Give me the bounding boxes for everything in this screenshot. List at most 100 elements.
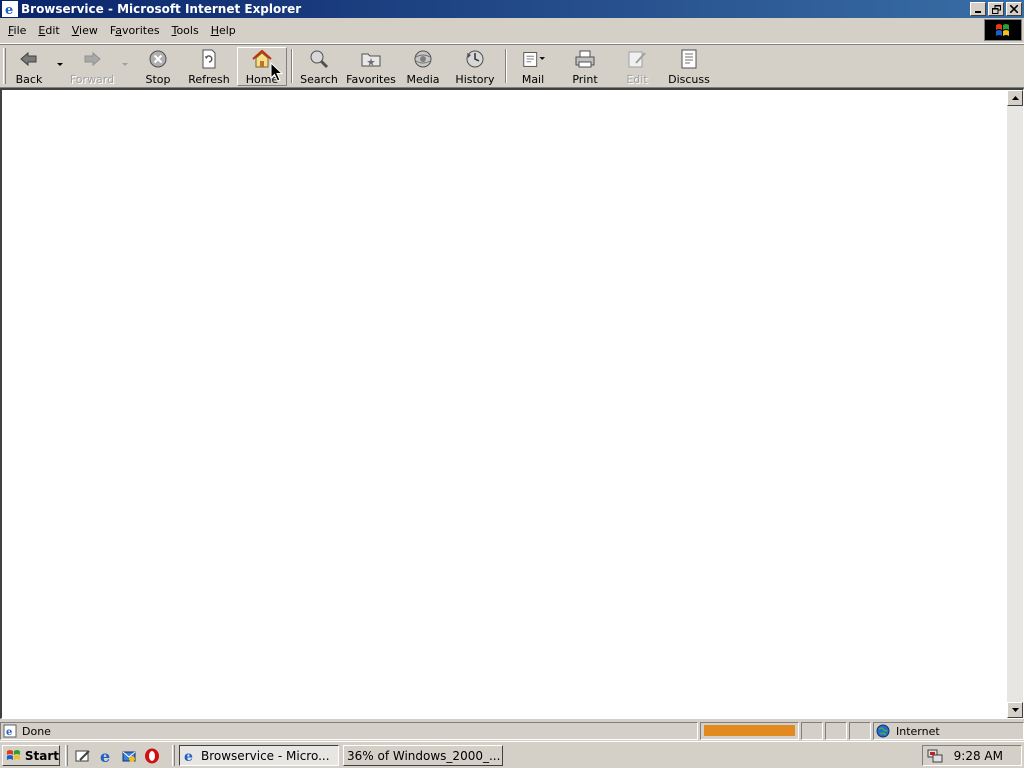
restore-icon [991, 4, 1001, 14]
menu-favorites[interactable]: Favorites [104, 22, 166, 40]
discuss-label: Discuss [668, 73, 710, 86]
task-browservice[interactable]: e Browservice - Micro... [179, 745, 339, 766]
scroll-down-button[interactable] [1007, 702, 1023, 718]
status-text-pane: e Done [0, 722, 698, 740]
media-globe-icon [411, 48, 435, 69]
menu-file[interactable]: File [2, 22, 32, 40]
window-title: Browservice - Microsoft Internet Explore… [21, 2, 302, 16]
edit-button[interactable]: Edit [616, 47, 658, 86]
system-tray: 9:28 AM [922, 745, 1022, 766]
forward-label: Forward [69, 73, 115, 86]
history-button[interactable]: History [450, 47, 500, 86]
favorites-button[interactable]: Favorites [344, 47, 398, 86]
forward-button[interactable]: Forward [68, 47, 116, 86]
ie-logo-icon: e [2, 1, 18, 18]
mouse-cursor-icon [270, 62, 283, 82]
search-globe-icon [307, 48, 331, 69]
search-button[interactable]: Search [298, 47, 340, 86]
quicklaunch-grip[interactable] [65, 745, 68, 766]
toolbar-separator [505, 49, 507, 83]
clock[interactable]: 9:28 AM [954, 749, 1003, 763]
toolbar-separator [291, 49, 293, 83]
print-label: Print [572, 73, 598, 86]
svg-text:e: e [6, 727, 12, 738]
menu-help[interactable]: Help [205, 22, 242, 40]
stop-icon [146, 48, 170, 69]
mail-icon [521, 48, 545, 69]
page-done-icon: e [3, 724, 17, 738]
task-label: Browservice - Micro... [201, 748, 330, 763]
back-label: Back [15, 73, 43, 86]
back-arrow-icon [17, 48, 41, 69]
start-button[interactable]: Start [2, 745, 60, 766]
windows-logo-icon [6, 749, 20, 760]
opera-launch-icon[interactable] [143, 747, 161, 765]
favorites-folder-icon [359, 48, 383, 69]
back-button[interactable]: Back [8, 47, 50, 86]
discuss-icon [677, 48, 701, 69]
refresh-icon [197, 48, 221, 69]
status-pane-empty [825, 722, 847, 740]
status-text: Done [22, 724, 51, 738]
media-label: Media [406, 73, 440, 86]
title-bar[interactable]: e Browservice - Microsoft Internet Explo… [0, 0, 1024, 18]
scroll-up-arrow-icon [1011, 96, 1019, 100]
discuss-button[interactable]: Discuss [666, 47, 712, 86]
status-pane-empty [801, 722, 823, 740]
minimize-icon [975, 11, 981, 13]
mail-label: Mail [521, 73, 545, 86]
media-button[interactable]: Media [402, 47, 444, 86]
svg-text:e: e [5, 3, 13, 17]
outlook-express-launch-icon[interactable] [120, 747, 138, 765]
status-pane-empty [849, 722, 871, 740]
menu-tools[interactable]: Tools [166, 22, 205, 40]
printer-icon [573, 48, 597, 69]
refresh-button[interactable]: Refresh [186, 47, 232, 86]
standard-toolbar: Back Forward Stop Refresh Home Search Fa… [0, 44, 1024, 88]
progress-bar-fill [704, 725, 795, 736]
history-clock-icon [463, 48, 487, 69]
windows-flag-icon [996, 24, 1009, 36]
taskbar: Start e e Browservice - Micro... 36% of … [0, 741, 1024, 768]
menu-view[interactable]: View [66, 22, 104, 40]
internet-explorer-launch-icon[interactable]: e [97, 747, 115, 765]
task-download[interactable]: 36% of Windows_2000_... [343, 745, 503, 766]
back-dropdown-arrow-icon[interactable] [57, 63, 63, 67]
menu-bar: File Edit View Favorites Tools Help [0, 18, 1024, 44]
ie-task-icon: e [184, 749, 193, 763]
security-zone-label: Internet [896, 724, 940, 738]
internet-globe-icon [876, 724, 890, 738]
close-icon [1010, 5, 1018, 13]
mail-button[interactable]: Mail [512, 47, 554, 86]
ie-window: e Browservice - Microsoft Internet Explo… [0, 0, 1024, 741]
page-content-area[interactable] [0, 88, 1024, 719]
svg-text:e: e [184, 749, 193, 763]
favorites-label: Favorites [346, 73, 396, 86]
edit-label: Edit [626, 73, 648, 86]
forward-dropdown-arrow-icon[interactable] [122, 63, 128, 67]
stop-button[interactable]: Stop [136, 47, 180, 86]
status-bar: e Done Internet [0, 721, 1024, 741]
edit-icon [625, 48, 649, 69]
progress-pane [700, 722, 799, 740]
windows-throbber-logo [984, 19, 1022, 41]
close-button[interactable] [1006, 2, 1022, 16]
minimize-button[interactable] [970, 2, 986, 16]
history-label: History [455, 73, 495, 86]
tasks-grip[interactable] [172, 745, 175, 766]
security-zone-pane: Internet [873, 722, 1024, 740]
toolbar-grip[interactable] [3, 48, 6, 84]
menu-edit[interactable]: Edit [32, 22, 65, 40]
task-label: 36% of Windows_2000_... [347, 748, 501, 763]
scroll-up-button[interactable] [1007, 90, 1023, 106]
scroll-down-arrow-icon [1011, 708, 1019, 712]
start-label: Start [24, 748, 59, 763]
vertical-scrollbar[interactable] [1007, 90, 1023, 718]
print-button[interactable]: Print [564, 47, 606, 86]
show-desktop-icon[interactable] [74, 747, 92, 765]
stop-label: Stop [145, 73, 171, 86]
search-label: Search [300, 73, 338, 86]
network-tray-icon[interactable] [927, 748, 943, 764]
refresh-label: Refresh [188, 73, 230, 86]
restore-button[interactable] [988, 2, 1004, 16]
